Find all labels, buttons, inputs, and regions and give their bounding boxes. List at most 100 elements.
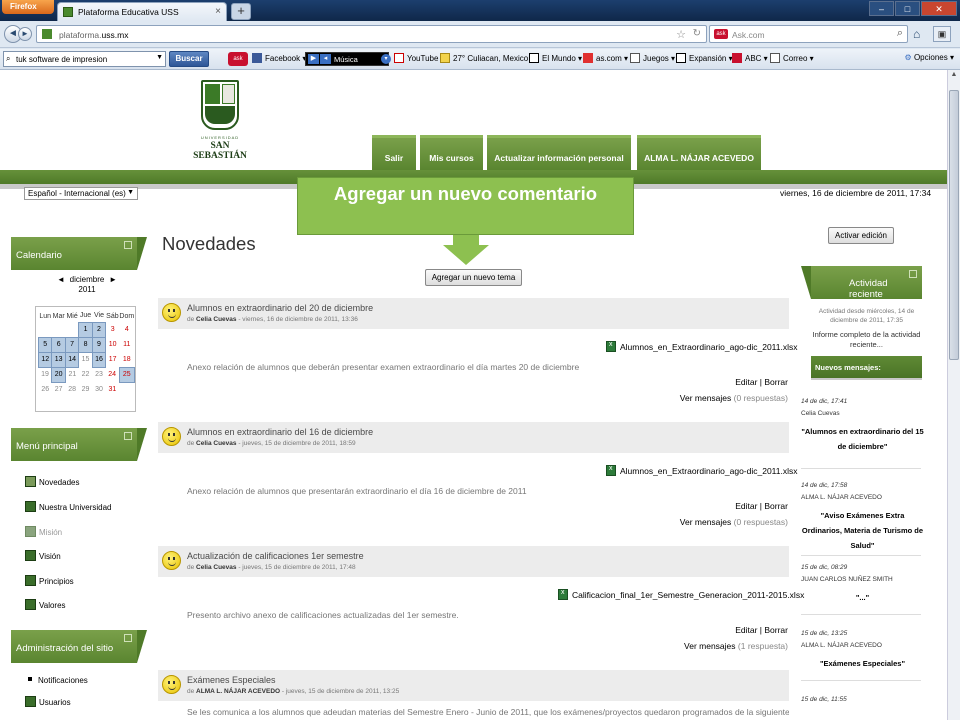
calendar-day[interactable]: 5 xyxy=(37,336,53,353)
calendar-day[interactable]: 24 xyxy=(106,367,119,382)
collapse-icon[interactable] xyxy=(124,634,132,642)
avatar[interactable] xyxy=(162,551,181,570)
attachment-link[interactable]: Alumnos_en_Extraordinario_ago-dic_2011.x… xyxy=(606,465,798,476)
calendar-day[interactable]: 27 xyxy=(52,382,65,397)
calendar-month-name[interactable]: diciembre xyxy=(70,275,105,284)
menu-user-name[interactable]: ALMA L. NÁJAR ACEVEDO xyxy=(637,135,761,170)
menu-item-novedades[interactable]: Novedades xyxy=(25,476,79,487)
menu-item-mision[interactable]: Misión xyxy=(25,526,62,537)
menu-item-valores[interactable]: Valores xyxy=(25,599,66,610)
calendar-day[interactable]: 12 xyxy=(37,351,53,368)
calendar-day[interactable]: 28 xyxy=(65,382,78,397)
home-icon[interactable]: ⌂ xyxy=(913,27,920,41)
calendar-day[interactable]: 26 xyxy=(39,382,52,397)
calendar-day[interactable]: 19 xyxy=(39,367,52,382)
tab-plataforma[interactable]: Plataforma Educativa USS × xyxy=(57,2,227,21)
collapse-icon[interactable] xyxy=(909,270,917,278)
recent-title[interactable]: "Alumnos en extraordinario del 15 de dic… xyxy=(801,424,924,454)
recent-title[interactable]: "Aviso Exámenes Extra Ordinarios, Materi… xyxy=(801,508,924,553)
attachment-link[interactable]: Calificacion_final_1er_Semestre_Generaci… xyxy=(558,589,804,600)
reload-icon[interactable]: ↻ xyxy=(693,28,701,39)
new-tab-button[interactable]: + xyxy=(231,3,251,20)
menu-item-vision[interactable]: Visión xyxy=(25,550,61,561)
avatar[interactable] xyxy=(162,427,181,446)
search-engine-box[interactable]: ask Ask.com ⌕ xyxy=(709,25,908,43)
collapse-icon[interactable] xyxy=(124,432,132,440)
admin-item-notificaciones[interactable]: Notificaciones xyxy=(25,676,88,685)
calendar-day[interactable]: 13 xyxy=(51,351,66,368)
calendar-day[interactable]: 11 xyxy=(119,337,134,352)
bookmark-star-icon[interactable]: ☆ xyxy=(676,28,686,41)
delete-link[interactable]: Borrar xyxy=(764,625,788,635)
bookmark-youtube[interactable]: YouTube xyxy=(394,53,438,63)
attachment-link[interactable]: Alumnos_en_Extraordinario_ago-dic_2011.x… xyxy=(606,341,798,352)
recent-title[interactable]: "Exámenes Especiales" xyxy=(801,656,924,671)
maximize-icon[interactable]: □ xyxy=(895,1,920,16)
bookmark-facebook[interactable]: Facebook ▾ xyxy=(252,53,306,63)
buscar-button[interactable]: Buscar xyxy=(169,51,209,67)
university-logo[interactable]: UNIVERSIDAD SAN SEBASTIÁN xyxy=(185,80,255,161)
volume-icon[interactable]: ◂ xyxy=(320,54,331,64)
menu-item-principios[interactable]: Principios xyxy=(25,575,74,586)
avatar[interactable] xyxy=(162,675,181,694)
view-messages-link[interactable]: Ver mensajes xyxy=(680,517,732,527)
ask-logo-icon[interactable]: ask xyxy=(714,29,728,39)
calendar-day[interactable]: 2 xyxy=(91,321,107,338)
calendar-day[interactable]: 18 xyxy=(119,352,134,367)
add-topic-button[interactable]: Agregar un nuevo tema xyxy=(425,269,522,286)
calendar-day[interactable]: 16 xyxy=(91,351,107,368)
menu-actualizar-info[interactable]: Actualizar información personal xyxy=(487,135,631,170)
collapse-icon[interactable] xyxy=(124,241,132,249)
post-author[interactable]: Celia Cuevas xyxy=(196,316,236,323)
calendar-day[interactable]: 21 xyxy=(65,367,78,382)
calendar-day[interactable]: 1 xyxy=(78,321,93,338)
edit-link[interactable]: Editar xyxy=(735,377,757,387)
delete-link[interactable]: Borrar xyxy=(764,501,788,511)
addon-icon[interactable]: ▣ xyxy=(933,26,951,42)
delete-link[interactable]: Borrar xyxy=(764,377,788,387)
admin-item-usuarios[interactable]: Usuarios xyxy=(25,696,71,707)
post-author[interactable]: Celia Cuevas xyxy=(196,564,236,571)
menu-item-nuestra-universidad[interactable]: Nuestra Universidad xyxy=(25,501,111,512)
avatar[interactable] xyxy=(162,303,181,322)
post-author[interactable]: ALMA L. NÁJAR ACEVEDO xyxy=(196,688,280,695)
calendar-day[interactable]: 8 xyxy=(78,336,93,353)
calendar-day[interactable]: 20 xyxy=(51,366,66,383)
calendar-day[interactable]: 22 xyxy=(79,367,92,382)
bookmark-correo[interactable]: Correo ▾ xyxy=(770,53,814,63)
menu-salir[interactable]: Salir xyxy=(372,135,416,170)
calendar-day[interactable]: 30 xyxy=(92,382,105,397)
calendar-day[interactable]: 6 xyxy=(51,336,66,353)
forward-arrow-icon[interactable]: ► xyxy=(18,27,32,41)
scroll-up-icon[interactable]: ▲ xyxy=(949,71,959,83)
calendar-day[interactable]: 29 xyxy=(79,382,92,397)
ask-logo-icon[interactable]: ask xyxy=(228,52,248,66)
post-author[interactable]: Celia Cuevas xyxy=(196,440,236,447)
options-menu[interactable]: ⚙ Opciones ▾ xyxy=(905,53,954,62)
calendar-day[interactable]: 14 xyxy=(64,351,80,368)
recent-title[interactable]: "..." xyxy=(801,590,924,605)
next-month-icon[interactable]: ► xyxy=(109,275,117,285)
activar-edicion-button[interactable]: Activar edición xyxy=(828,227,894,244)
calendar-day[interactable]: 4 xyxy=(119,322,134,337)
close-tab-icon[interactable]: × xyxy=(215,6,221,17)
bookmark-juegos[interactable]: Juegos ▾ xyxy=(630,53,675,63)
url-bar[interactable]: plataforma.uss.mx ☆ ↻ xyxy=(36,25,707,43)
music-player[interactable]: ▶ ◂ Música xyxy=(305,52,389,66)
calendar-day[interactable]: 31 xyxy=(106,382,119,397)
calendar-day[interactable]: 23 xyxy=(92,367,105,382)
view-messages-link[interactable]: Ver mensajes xyxy=(680,393,732,403)
bookmark-abc[interactable]: ABC ▾ xyxy=(732,53,768,63)
chevron-down-icon[interactable]: ▾ xyxy=(381,54,391,64)
calendar-day[interactable]: 3 xyxy=(106,322,119,337)
prev-month-icon[interactable]: ◄ xyxy=(57,275,65,285)
full-report-link[interactable]: Informe completo de la actividad recient… xyxy=(805,330,928,350)
minimize-icon[interactable]: – xyxy=(869,1,894,16)
view-messages-link[interactable]: Ver mensajes xyxy=(684,641,736,651)
bookmark-weather[interactable]: 27° Culiacan, Mexico ▾ xyxy=(440,53,534,63)
bookmark-expansion[interactable]: Expansión ▾ xyxy=(676,53,733,63)
calendar-day[interactable]: 25 xyxy=(118,366,136,383)
edit-link[interactable]: Editar xyxy=(735,501,757,511)
calendar-day[interactable]: 7 xyxy=(64,336,80,353)
scrollbar-thumb[interactable] xyxy=(949,90,959,360)
